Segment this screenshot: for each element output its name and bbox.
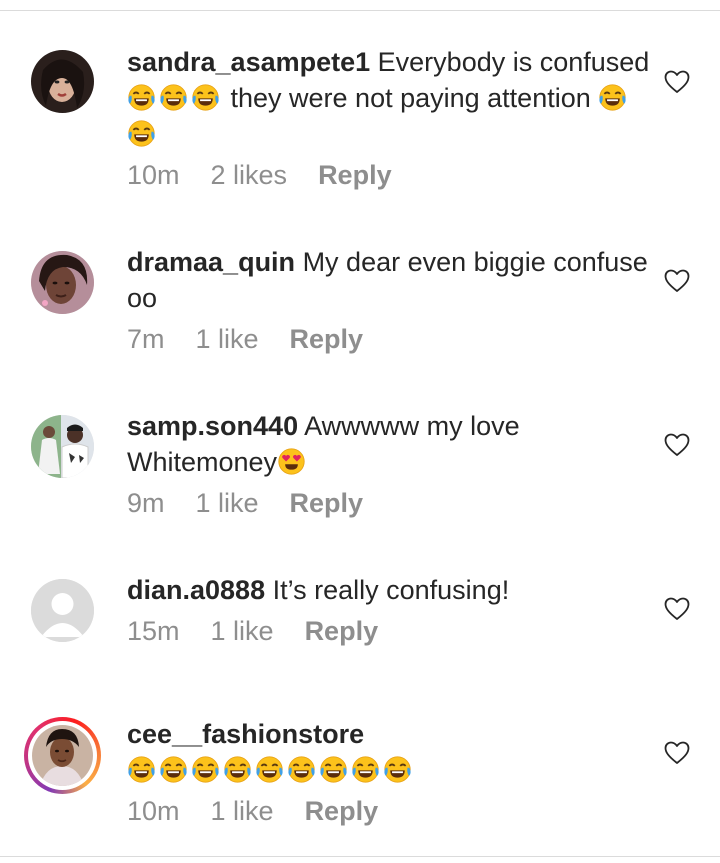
comment-meta: 7m 1 like Reply [127, 324, 657, 355]
comment-meta: 10m 1 like Reply [127, 796, 657, 827]
username-link[interactable]: dian.a0888 [127, 575, 265, 605]
tears-of-joy-emoji-icon [223, 755, 252, 784]
tears-of-joy-emoji-icon [598, 83, 627, 112]
likes-count[interactable]: 1 like [211, 616, 274, 647]
comment-time: 7m [127, 324, 165, 354]
comment-text: samp.son440 Awwwww my love Whitemoney [127, 408, 657, 480]
like-heart-icon[interactable] [664, 741, 690, 765]
avatar[interactable] [24, 717, 101, 794]
username-link[interactable]: samp.son440 [127, 411, 298, 441]
comment-text: sandra_asampete1 Everybody is confused t… [127, 44, 657, 152]
tears-of-joy-emoji-icon [287, 755, 316, 784]
tears-of-joy-emoji-icon [319, 755, 348, 784]
like-heart-icon[interactable] [664, 269, 690, 293]
comment-text-segment: Everybody is confused [370, 47, 650, 77]
reply-button[interactable]: Reply [318, 160, 392, 191]
comment-text-segment: It’s really confusing! [265, 575, 510, 605]
avatar[interactable] [31, 415, 94, 478]
tears-of-joy-emoji-icon [159, 83, 188, 112]
avatar[interactable] [31, 50, 94, 113]
avatar[interactable] [31, 251, 94, 314]
like-heart-icon[interactable] [664, 70, 690, 94]
reply-button[interactable]: Reply [305, 796, 379, 827]
comment-time: 9m [127, 488, 165, 518]
comment-text: dramaa_quin My dear even biggie confuse … [127, 244, 657, 316]
likes-count[interactable]: 1 like [211, 796, 274, 827]
tears-of-joy-emoji-icon [383, 755, 412, 784]
comment-time: 10m [127, 796, 180, 826]
tears-of-joy-emoji-icon [159, 755, 188, 784]
top-divider [0, 10, 720, 11]
comment-time: 10m [127, 160, 180, 190]
comment-meta: 9m 1 like Reply [127, 488, 657, 519]
tears-of-joy-emoji-icon [191, 83, 220, 112]
username-link[interactable]: sandra_asampete1 [127, 47, 370, 77]
heart-eyes-emoji-icon [277, 447, 306, 476]
tears-of-joy-emoji-icon [191, 755, 220, 784]
avatar[interactable] [31, 579, 94, 642]
comment-text: cee__fashionstore [127, 716, 657, 788]
comment-text-segment: they were not paying attention [223, 83, 599, 113]
tears-of-joy-emoji-icon [127, 83, 156, 112]
tears-of-joy-emoji-icon [255, 755, 284, 784]
reply-button[interactable]: Reply [290, 488, 364, 519]
tears-of-joy-emoji-icon [127, 119, 156, 148]
comment-meta: 10m 2 likes Reply [127, 160, 657, 191]
reply-button[interactable]: Reply [290, 324, 364, 355]
likes-count[interactable]: 2 likes [211, 160, 288, 191]
comment-meta: 15m 1 like Reply [127, 616, 657, 647]
like-heart-icon[interactable] [664, 597, 690, 621]
reply-button[interactable]: Reply [305, 616, 379, 647]
likes-count[interactable]: 1 like [196, 324, 259, 355]
likes-count[interactable]: 1 like [196, 488, 259, 519]
tears-of-joy-emoji-icon [351, 755, 380, 784]
like-heart-icon[interactable] [664, 433, 690, 457]
tears-of-joy-emoji-icon [127, 755, 156, 784]
comment-text: dian.a0888 It’s really confusing! [127, 572, 657, 608]
username-link[interactable]: cee__fashionstore [127, 719, 364, 749]
comment-time: 15m [127, 616, 180, 646]
bottom-divider [0, 856, 720, 857]
username-link[interactable]: dramaa_quin [127, 247, 295, 277]
